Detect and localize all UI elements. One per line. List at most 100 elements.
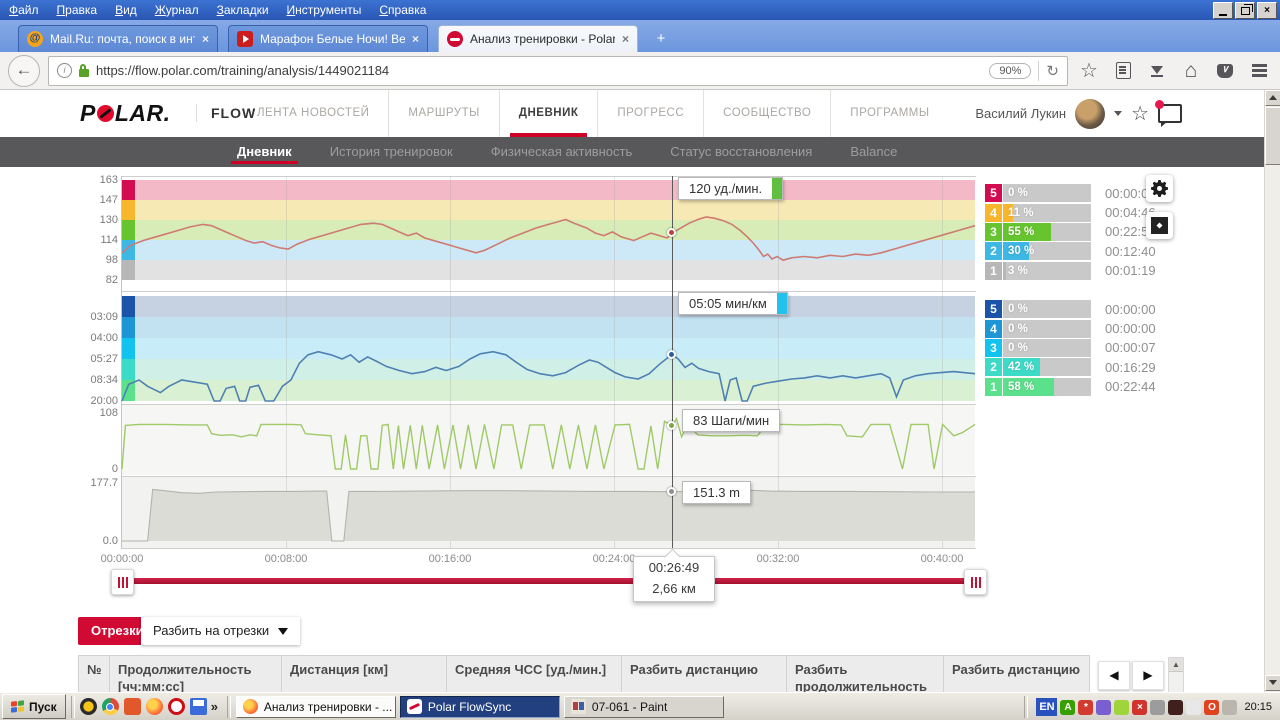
chrome-icon[interactable]	[102, 698, 119, 715]
daemon-icon[interactable]	[80, 698, 97, 715]
range-slider-track[interactable]	[122, 578, 975, 584]
settings-button[interactable]	[1146, 175, 1173, 202]
feedback-chat-icon[interactable]	[1158, 104, 1182, 123]
save-icon[interactable]	[190, 698, 207, 715]
back-button[interactable]: ←	[8, 55, 40, 87]
scroll-up-button[interactable]	[1265, 90, 1280, 106]
browser-tab[interactable]: Марафон Белые Ночи! Весь ...×	[228, 25, 428, 52]
tab-close-icon[interactable]: ×	[412, 32, 419, 46]
new-tab-button[interactable]: +	[648, 28, 674, 50]
table-column-header[interactable]: Средняя ЧСС [уд./мин.]	[447, 655, 622, 692]
table-column-header[interactable]: Дистанция [км]	[282, 655, 447, 692]
polar-logo[interactable]: PLAR.	[80, 100, 171, 127]
split-segments-dropdown[interactable]: Разбить на отрезки	[141, 617, 300, 645]
polar-nav-ЛЕНТА НОВОСТЕЙ[interactable]: ЛЕНТА НОВОСТЕЙ	[238, 90, 389, 137]
table-column-header[interactable]: Разбить продолжительность	[787, 655, 944, 692]
slider-handle-right[interactable]	[964, 569, 987, 595]
tray-update-icon[interactable]: *	[1078, 700, 1093, 715]
url-bar[interactable]: i https://flow.polar.com/training/analys…	[48, 56, 1068, 86]
subnav-Balance[interactable]: Balance	[850, 137, 897, 167]
polar-nav-ПРОГРАММЫ[interactable]: ПРОГРАММЫ	[831, 90, 948, 137]
tray-alert-icon[interactable]: ×	[1132, 700, 1147, 715]
table-column-header[interactable]: Продолжительность [чч:мм:сс]	[110, 655, 282, 692]
tray-antivirus-icon[interactable]: A	[1060, 700, 1075, 715]
menu-Инструменты[interactable]: Инструменты	[278, 3, 371, 17]
tray-volume-icon[interactable]	[1222, 700, 1237, 715]
zone-bar: 11 %	[1003, 204, 1091, 222]
user-name[interactable]: Василий Лукин	[975, 106, 1066, 121]
cadence-chart[interactable]	[122, 413, 975, 469]
home-icon[interactable]: ⌂	[1178, 59, 1204, 83]
browser-tab[interactable]: @Mail.Ru: почта, поиск в инт...×	[18, 25, 218, 52]
task-button[interactable]: Polar FlowSync	[400, 696, 560, 718]
chevron-down-icon[interactable]	[1114, 111, 1122, 116]
zoom-level-badge[interactable]: 90%	[989, 63, 1031, 79]
table-scrollbar[interactable]: ▲	[1168, 657, 1184, 692]
minimize-button[interactable]	[1213, 2, 1233, 19]
altitude-chart[interactable]	[122, 483, 975, 541]
window-controls: ×	[1213, 2, 1277, 19]
chart-divider	[121, 548, 976, 549]
agent-icon[interactable]	[124, 698, 141, 715]
polar-nav-ПРОГРЕСС[interactable]: ПРОГРЕСС	[598, 90, 704, 137]
subnav-Физическая активность[interactable]: Физическая активность	[491, 137, 633, 167]
pocket-icon[interactable]: ∨	[1212, 64, 1238, 78]
favorite-star-icon[interactable]: ☆	[1131, 101, 1149, 126]
scroll-up-icon[interactable]: ▲	[1169, 658, 1183, 672]
menu-Правка[interactable]: Правка	[48, 3, 107, 17]
menu-Журнал[interactable]: Журнал	[146, 3, 208, 17]
tab-close-icon[interactable]: ×	[202, 32, 209, 46]
url-text[interactable]: https://flow.polar.com/training/analysis…	[96, 63, 982, 78]
close-button[interactable]: ×	[1257, 2, 1277, 19]
reload-icon[interactable]: ↻	[1046, 62, 1059, 80]
taskbar-clock: 20:15	[1244, 701, 1272, 713]
menu-Справка[interactable]: Справка	[370, 3, 435, 17]
firefox-icon[interactable]	[146, 698, 163, 715]
polar-nav-МАРШРУТЫ[interactable]: МАРШРУТЫ	[389, 90, 499, 137]
tray-camera-icon[interactable]	[1150, 700, 1165, 715]
fullscreen-button[interactable]	[1146, 212, 1173, 239]
tab-close-icon[interactable]: ×	[622, 32, 629, 46]
language-indicator[interactable]: EN	[1036, 698, 1057, 716]
zone-time: 00:00:00	[1105, 321, 1156, 336]
zone-bar: 3 %	[1003, 262, 1091, 280]
slider-handle-left[interactable]	[111, 569, 134, 595]
table-column-header[interactable]: №	[78, 655, 110, 692]
scrollbar-thumb[interactable]	[1265, 107, 1280, 165]
subnav-Дневник[interactable]: Дневник	[237, 137, 292, 167]
tray-opera-icon[interactable]: O	[1204, 700, 1219, 715]
avatar[interactable]	[1075, 99, 1105, 129]
pace-chart[interactable]	[122, 296, 975, 401]
hamburger-menu-icon[interactable]	[1246, 62, 1272, 80]
menu-Закладки[interactable]: Закладки	[208, 3, 278, 17]
task-button[interactable]: Анализ тренировки - ...	[236, 696, 396, 718]
task-button[interactable]: 07-061 - Paint	[564, 696, 724, 718]
scroll-down-button[interactable]	[1265, 675, 1280, 691]
hr-chart[interactable]	[122, 180, 975, 280]
altitude-tooltip: 151.3 m	[682, 481, 751, 504]
start-button[interactable]: Пуск	[2, 694, 66, 719]
library-icon[interactable]	[1110, 62, 1136, 79]
polar-nav-ДНЕВНИК[interactable]: ДНЕВНИК	[500, 90, 599, 137]
prev-page-button[interactable]: ◀	[1098, 661, 1130, 690]
tray-disc-icon[interactable]	[1168, 700, 1183, 715]
bookmark-star-icon[interactable]: ☆	[1076, 58, 1102, 83]
browser-tab[interactable]: Анализ тренировки - Polar F...×	[438, 25, 638, 52]
info-icon[interactable]: i	[57, 63, 72, 78]
polar-nav-СООБЩЕСТВО[interactable]: СООБЩЕСТВО	[704, 90, 831, 137]
opera-icon[interactable]	[168, 698, 185, 715]
tray-messenger-icon[interactable]	[1096, 700, 1111, 715]
overflow-chevron-icon[interactable]: »	[211, 699, 218, 714]
table-column-header[interactable]: Разбить дистанцию	[944, 655, 1090, 692]
next-page-button[interactable]: ▶	[1132, 661, 1164, 690]
tray-lime-icon[interactable]	[1114, 700, 1129, 715]
table-column-header[interactable]: Разбить дистанцию	[622, 655, 787, 692]
download-icon[interactable]	[1144, 64, 1170, 78]
restore-button[interactable]	[1235, 2, 1255, 19]
browser-scrollbar[interactable]	[1264, 90, 1280, 692]
subnav-Статус восстановления[interactable]: Статус восстановления	[670, 137, 812, 167]
tray-mail-icon[interactable]	[1186, 700, 1201, 715]
subnav-История тренировок[interactable]: История тренировок	[330, 137, 453, 167]
menu-Вид[interactable]: Вид	[106, 3, 146, 17]
menu-Файл[interactable]: Файл	[0, 3, 48, 17]
